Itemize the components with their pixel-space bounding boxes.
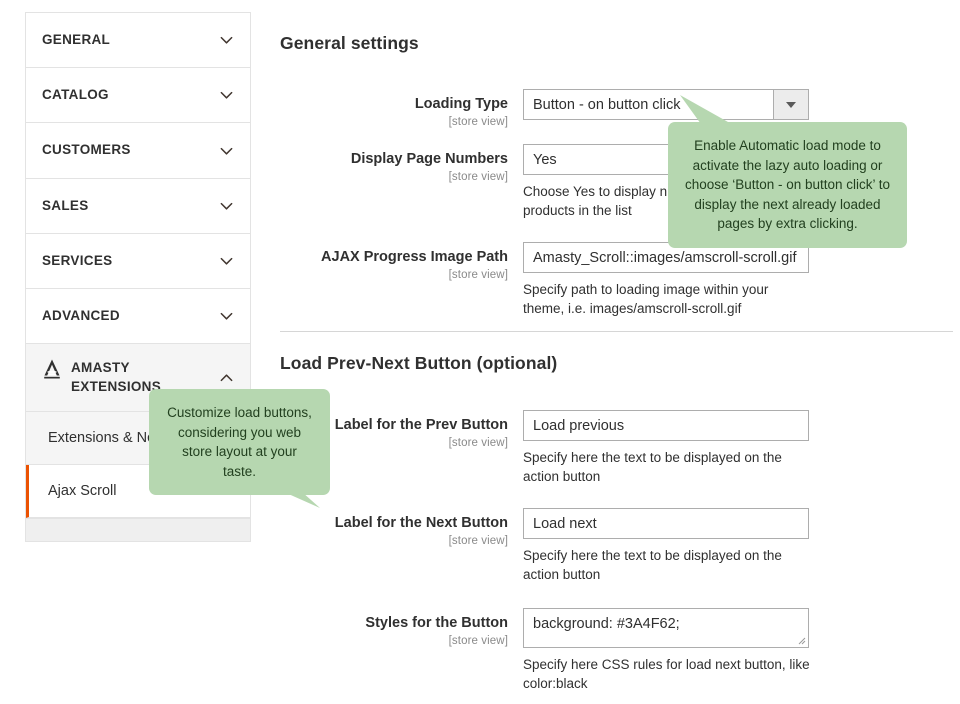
field-scope: [store view] [448,269,508,282]
tooltip-tail-loading-type [678,93,748,133]
amasty-a-logo-icon [42,358,62,380]
chevron-down-icon [219,143,234,158]
field-label-wrap: Display Page Numbers [store view] [280,144,508,183]
sidebar-footer [26,517,250,541]
loading-type-select[interactable]: Button - on button click [523,89,809,120]
chevron-down-icon [219,198,234,213]
sidebar-item-label: SERVICES [42,252,113,268]
field-label-wrap: Loading Type [store view] [280,89,508,128]
field-scope: [store view] [448,535,508,548]
field-label-wrap: AJAX Progress Image Path [store view] [280,242,508,281]
section-divider [280,331,953,332]
field-control: Button - on button click [523,89,809,120]
sidebar-item-general[interactable]: GENERAL [26,13,250,69]
sidebar-item-label: CUSTOMERS [42,142,131,158]
sidebar-subitem-label: Ajax Scroll [48,482,117,499]
field-label: Label for the Next Button [334,515,508,531]
field-label-wrap: Label for the Next Button [store view] [280,508,508,547]
field-label: AJAX Progress Image Path [321,249,508,265]
sidebar-item-label: SALES [42,197,89,213]
chevron-down-icon [219,253,234,268]
sidebar-item-sales[interactable]: SALES [26,178,250,234]
sidebar-item-customers[interactable]: CUSTOMERS [26,123,250,179]
field-note: Specify path to loading image within you… [523,282,769,317]
field-label: Styles for the Button [365,615,508,631]
sidebar-item-label: CATALOG [42,87,109,103]
tooltip-loading-type: Enable Automatic load mode to activate t… [668,122,907,248]
field-scope: [store view] [448,171,508,184]
chevron-down-icon [219,33,234,48]
sidebar-item-label: ADVANCED [42,308,120,324]
field-control: Specify here the text to be displayed on… [523,508,813,584]
settings-main-panel: General settings Loading Type [store vie… [149,0,960,704]
field-note: Specify here CSS rules for load next but… [523,657,810,692]
field-label: Loading Type [414,96,508,112]
tooltip-tail-load-buttons [264,458,324,510]
field-note: Specify here the text to be displayed on… [523,548,782,583]
prev-next-button-heading: Load Prev-Next Button (optional) [280,353,558,373]
chevron-up-icon [219,370,234,385]
dropdown-arrow-button[interactable] [773,89,809,120]
label-next-button-input[interactable] [523,508,809,539]
field-label: Display Page Numbers [350,151,508,167]
chevron-down-icon [219,309,234,324]
sidebar-item-label: GENERAL [42,32,111,47]
triangle-down-icon [786,101,796,108]
general-settings-heading: General settings [280,33,419,53]
field-note: Specify here the text to be displayed on… [523,450,782,485]
sidebar-item-services[interactable]: SERVICES [26,233,250,290]
field-control: Specify here the text to be displayed on… [523,410,813,486]
field-scope: [store view] [448,635,508,648]
styles-for-button-textarea[interactable]: background: #3A4F62; [523,608,809,648]
sidebar-item-catalog[interactable]: CATALOG [26,68,250,124]
field-control: background: #3A4F62; Specify here CSS ru… [523,608,813,693]
label-prev-button-input[interactable] [523,410,809,441]
sidebar-item-advanced[interactable]: ADVANCED [26,289,250,345]
field-scope: [store view] [448,116,508,129]
chevron-down-icon [219,88,234,103]
field-control: Specify path to loading image within you… [523,242,813,318]
field-label-wrap: Styles for the Button [store view] [280,608,508,647]
